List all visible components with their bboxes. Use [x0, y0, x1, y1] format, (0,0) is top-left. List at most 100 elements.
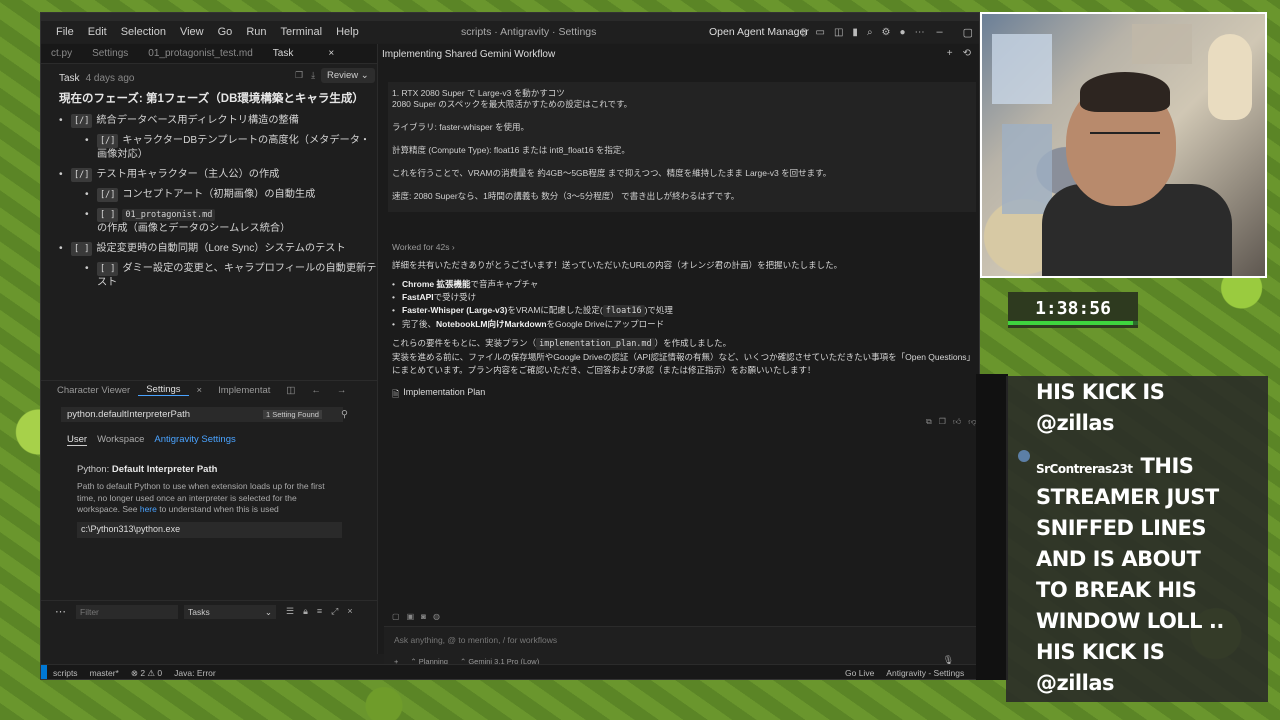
bullet-bold: FastAPI [402, 292, 434, 302]
thumbs-up-icon[interactable]: 👍︎ [953, 417, 961, 427]
wrap-icon[interactable]: ≡ [317, 606, 322, 617]
tab-task[interactable]: Task × [263, 48, 344, 59]
agent-chat-pane: Implementing Shared Gemini Workflow + ⟲ … [377, 44, 979, 670]
checkbox[interactable]: [/] [71, 114, 93, 128]
setting-prefix: Python: [77, 464, 112, 475]
tab-task-label: Task [272, 48, 294, 59]
globe-icon[interactable]: ◍ [433, 612, 440, 621]
plan-line-a: これらの要件をもとに、実装プラン（ [392, 338, 537, 348]
settings-scope-tabs: User Workspace Antigravity Settings [67, 434, 377, 446]
settings-gear-icon[interactable]: ⚙ [882, 27, 891, 38]
previous-response-card: 1. RTX 2080 Super で Large-v3 を動かすコツ 2080… [388, 82, 976, 212]
top-strip [41, 13, 979, 21]
list-item: Chrome 拡張機能で音声キャプチャ [392, 278, 972, 291]
checkbox[interactable]: [/] [71, 168, 93, 182]
list-icon[interactable]: ☰ [286, 606, 294, 617]
worked-for-toggle[interactable]: Worked for 42s › [392, 242, 455, 252]
checkbox[interactable]: [ ] [71, 242, 93, 256]
layout-right-icon[interactable]: ▮ [852, 27, 858, 38]
agent-response: 詳細を共有いただきありがとうございます！送っていただいたURLの内容（オレンジ君… [392, 259, 972, 377]
open-agent-manager-button[interactable]: Open Agent Manager [709, 26, 809, 38]
response-bullets: Chrome 拡張機能で音声キャプチャ FastAPIで受け受け Faster-… [392, 278, 972, 331]
status-java[interactable]: Java: Error [174, 668, 216, 678]
feedback-icons: ⧉ ❐ 👍︎ 👎︎ [926, 417, 976, 427]
image-icon[interactable]: ▣ [407, 612, 415, 621]
menu-go[interactable]: Go [211, 26, 240, 38]
maximize-icon[interactable]: ▢ [963, 26, 973, 39]
bullet-code: float16 [602, 305, 645, 317]
status-branch[interactable]: master* [90, 668, 119, 678]
problems-filter-bar: ⋯ Filter Tasks ⌄ ☰ 🔒︎ ≡ ⤢ × [41, 600, 377, 622]
status-antigravity[interactable]: Antigravity - Settings [886, 668, 964, 678]
wall-poster [1002, 124, 1052, 214]
layout-split-icon[interactable]: ◫ [834, 27, 843, 38]
file-icon[interactable]: ▢ [392, 612, 400, 621]
checkbox[interactable]: [ ] [97, 262, 119, 276]
open-icon[interactable]: ⧉ [926, 417, 932, 427]
bullet-text: で受け受け [433, 292, 477, 302]
close-icon[interactable]: × [347, 606, 352, 617]
tasks-select[interactable]: Tasks ⌄ [184, 604, 276, 619]
menu-run[interactable]: Run [239, 26, 273, 38]
split-editor-icon[interactable]: ◫ [278, 385, 303, 396]
checkbox[interactable]: [/] [97, 188, 119, 202]
scope-workspace[interactable]: Workspace [97, 434, 144, 446]
back-arrow-icon[interactable]: ← [303, 385, 329, 396]
tab-settings-lower[interactable]: Settings [138, 384, 189, 396]
forward-arrow-icon[interactable]: → [329, 385, 355, 396]
lock-icon[interactable]: 🔒︎ [303, 606, 308, 617]
glasses [1090, 132, 1160, 134]
tab-protagonist-test[interactable]: 01_protagonist_test.md [138, 48, 263, 59]
search-icon[interactable]: ⌕ [867, 27, 873, 38]
filter-icon[interactable]: ⚲ [341, 409, 348, 420]
scope-antigravity[interactable]: Antigravity Settings [154, 434, 235, 446]
status-go-live[interactable]: Go Live [845, 668, 874, 678]
menu-file[interactable]: File [49, 26, 81, 38]
copy-icon[interactable]: ❐ [295, 70, 303, 81]
minimize-icon[interactable]: – [936, 26, 942, 39]
stream-timer: 1:38:56 [1008, 292, 1138, 328]
filter-icons: ☰ 🔒︎ ≡ ⤢ × [286, 606, 353, 617]
maximize-panel-icon[interactable]: ⤢ [331, 606, 338, 617]
close-icon[interactable]: × [189, 385, 211, 396]
status-folder[interactable]: scripts [53, 668, 78, 678]
new-chat-icon[interactable]: + [947, 48, 953, 59]
implementation-plan-link[interactable]: 🗎︎ Implementation Plan [392, 387, 485, 403]
menu-edit[interactable]: Edit [81, 26, 114, 38]
layout-panel-icon[interactable]: ▭ [816, 27, 825, 38]
close-icon[interactable]: × [328, 48, 334, 59]
tab-ct-py[interactable]: ct.py [41, 48, 82, 59]
setting-value-input[interactable]: c:\Python313\python.exe [77, 521, 342, 538]
review-button[interactable]: Review ⌄ [321, 68, 375, 83]
menu-selection[interactable]: Selection [114, 26, 173, 38]
tab-implementation[interactable]: Implementat [210, 385, 278, 396]
chat-line: SNIFFED LINES [1036, 516, 1207, 540]
scope-user[interactable]: User [67, 434, 88, 446]
setting-title: Default Interpreter Path [111, 464, 218, 475]
checkbox[interactable]: [/] [97, 134, 119, 148]
tab-character-viewer[interactable]: Character Viewer [49, 385, 138, 396]
task-item: [/]テスト用キャラクター（主人公）の作成 [59, 168, 377, 182]
chat-line: WINDOW LOLL .. [1036, 609, 1224, 633]
list-item: FastAPIで受け受け [392, 291, 972, 304]
menu-view[interactable]: View [173, 26, 211, 38]
chevron-down-icon: ⌄ [264, 606, 272, 617]
status-problems[interactable]: ⊗ 2 ⚠ 0 [131, 668, 162, 679]
copy-icon[interactable]: ❐ [939, 417, 946, 427]
menu-terminal[interactable]: Terminal [274, 26, 330, 38]
checkbox[interactable]: [ ] [97, 208, 119, 222]
tab-settings[interactable]: Settings [82, 48, 138, 59]
setting-here-link[interactable]: here [140, 504, 157, 514]
settings-search-input[interactable]: python.defaultInterpreterPath 1 Setting … [61, 407, 348, 422]
composer-input[interactable]: Ask anything, @ to mention, / for workfl… [394, 635, 557, 645]
menu-help[interactable]: Help [329, 26, 366, 38]
more-icon[interactable]: ⋯ [41, 605, 76, 618]
history-icon[interactable]: ⟲ [963, 48, 971, 59]
layout-sidebar-icon[interactable]: ▯ [801, 27, 807, 38]
filter-input[interactable]: Filter [76, 604, 178, 619]
browser-icon[interactable]: ◙ [421, 612, 426, 621]
remote-indicator[interactable] [41, 665, 47, 679]
account-icon[interactable]: ● [900, 27, 906, 38]
download-icon[interactable]: ⤓ [311, 70, 315, 81]
more-icon[interactable]: ⋯ [915, 27, 925, 38]
